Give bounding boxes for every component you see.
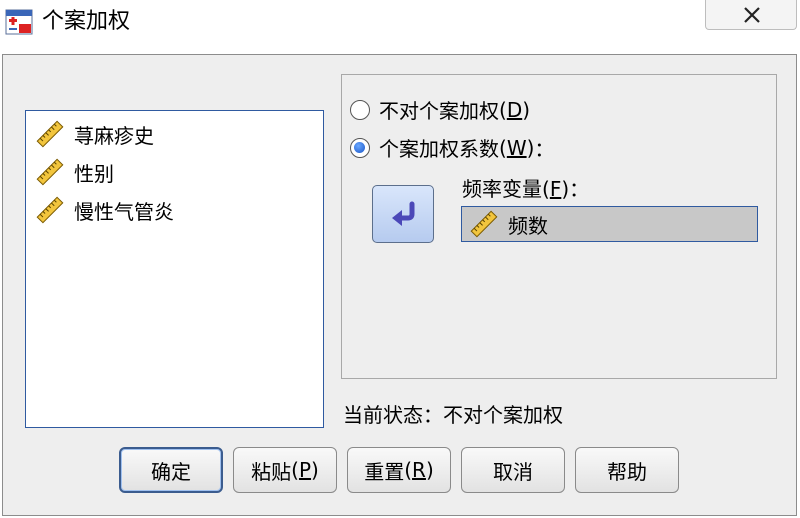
- status-value: 不对个案加权: [443, 403, 563, 427]
- current-status: 当前状态：不对个案加权: [343, 399, 563, 428]
- no-weight-option[interactable]: 不对个案加权 (D): [350, 95, 530, 124]
- list-item[interactable]: 性别: [36, 157, 114, 187]
- weight-cases-dialog: 荨麻疹史 性别 慢性气管炎 不对个案加权 (D) 个案加权系数 (W) ： 频率…: [2, 54, 797, 516]
- variable-label: 慢性气管炎: [74, 199, 174, 224]
- help-button[interactable]: 帮助: [575, 447, 679, 493]
- title-bar: 个案加权: [0, 0, 800, 46]
- reset-button[interactable]: 重置(R): [347, 447, 451, 493]
- frequency-variable-field[interactable]: 频数: [461, 206, 758, 242]
- weight-by-colon: ：: [534, 137, 555, 161]
- ruler-icon: [470, 210, 498, 238]
- paste-button[interactable]: 粘贴(P): [233, 447, 337, 493]
- no-weight-label: 不对个案加权: [379, 99, 499, 123]
- list-item[interactable]: 慢性气管炎: [36, 195, 174, 225]
- weight-by-label: 个案加权系数: [379, 137, 499, 161]
- frequency-variable-value: 频数: [508, 213, 548, 238]
- close-icon: [744, 7, 760, 23]
- variable-list[interactable]: 荨麻疹史 性别 慢性气管炎: [25, 110, 324, 428]
- ruler-icon: [36, 158, 64, 186]
- cancel-button[interactable]: 取消: [461, 447, 565, 493]
- ruler-icon: [36, 120, 64, 148]
- weight-by-radio[interactable]: [350, 137, 370, 158]
- weight-options-group: 不对个案加权 (D) 个案加权系数 (W)： 频率变量(F)： 频数: [341, 74, 777, 379]
- frequency-variable-label: 频率变量(F)：: [462, 177, 590, 201]
- variable-label: 性别: [74, 161, 114, 186]
- weight-by-mnemonic: (W): [499, 135, 535, 160]
- window-title: 个案加权: [42, 9, 131, 34]
- no-weight-radio[interactable]: [350, 99, 370, 120]
- variable-label: 荨麻疹史: [74, 123, 154, 148]
- move-variable-button[interactable]: [372, 185, 434, 243]
- ok-button[interactable]: 确定: [119, 447, 223, 493]
- close-button[interactable]: [705, 0, 797, 30]
- status-label: 当前状态：: [343, 403, 443, 427]
- ruler-icon: [36, 196, 64, 224]
- list-item[interactable]: 荨麻疹史: [36, 119, 154, 149]
- weight-by-option[interactable]: 个案加权系数 (W)：: [350, 133, 554, 162]
- arrow-left-icon: [392, 201, 415, 226]
- no-weight-mnemonic: (D): [499, 97, 531, 122]
- spss-dialog-icon: [5, 9, 33, 35]
